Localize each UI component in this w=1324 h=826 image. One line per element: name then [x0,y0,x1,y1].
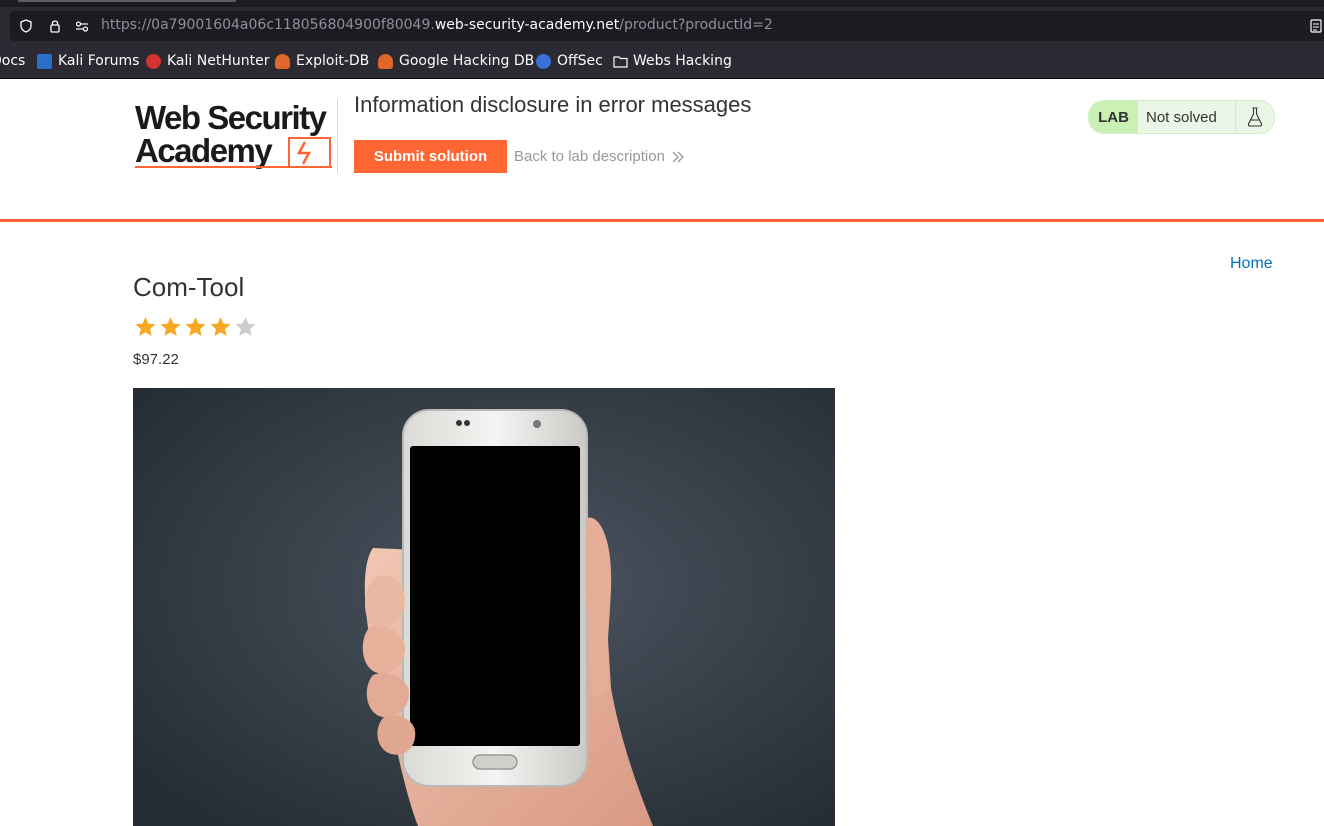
bookmark-kali-nethunter[interactable]: Kali NetHunter [146,53,269,69]
url-path: /product?productId=2 [619,17,773,33]
kali-nethunter-icon [146,53,161,69]
star-filled-icon [210,317,231,336]
star-filled-icon [160,317,181,336]
bookmark-label: OffSec [557,53,603,69]
bookmark-kali-forums[interactable]: Kali Forums [37,53,139,69]
shield-icon[interactable] [19,19,33,33]
offsec-icon [536,53,551,69]
lock-icon[interactable] [48,19,62,33]
active-tab-indicator[interactable] [18,0,236,2]
product-price: $97.22 [133,351,179,368]
bookmark-label: Google Hacking DB [399,53,535,69]
lab-status-widget: LAB Not solved [1088,100,1275,134]
url-prefix: https://0a79001604a06c118056804900f80049… [101,17,435,33]
bookmark-docs[interactable]: Docs [0,53,25,69]
logo-line2: Academy [135,132,273,169]
reader-view-icon[interactable] [1310,19,1322,33]
bookmark-exploit-db[interactable]: Exploit-DB [275,53,369,69]
bookmark-label: Webs Hacking [633,53,732,69]
submit-solution-button[interactable]: Submit solution [354,140,507,173]
bookmark-label: Kali NetHunter [167,53,270,69]
logo-line1: Web Security [135,100,328,136]
star-filled-icon [185,317,206,336]
web-security-academy-logo[interactable]: Web Security Academy [133,100,335,172]
lab-tag: LAB [1089,101,1138,133]
folder-icon [613,55,628,68]
star-filled-icon [135,317,156,336]
bookmarks-toolbar: Docs Kali Forums Kali NetHunter Exploit-… [0,45,1324,79]
header-divider [0,219,1324,222]
star-empty-icon [235,317,256,336]
lab-title: Information disclosure in error messages [354,92,752,117]
product-rating [133,315,258,339]
bookmark-folder-webs-hacking[interactable]: Webs Hacking [613,53,732,69]
logo-divider [337,99,338,173]
bookmark-label: Kali Forums [58,53,140,69]
kali-forums-icon [37,53,52,69]
permissions-icon[interactable] [75,19,89,33]
bookmark-offsec[interactable]: OffSec [536,53,603,69]
lab-status-text: Not solved [1138,101,1236,133]
url-text[interactable]: https://0a79001604a06c118056804900f80049… [101,17,773,33]
url-host: web-security-academy.net [434,17,620,33]
product-title: Com-Tool [133,272,245,302]
bookmark-label: Exploit-DB [296,53,370,69]
product-image [133,388,835,826]
bookmark-google-hacking-db[interactable]: Google Hacking DB [378,53,534,69]
double-chevron-right-icon [672,151,684,162]
ghdb-icon [378,53,393,69]
home-link[interactable]: Home [1230,255,1273,273]
address-bar[interactable]: https://0a79001604a06c118056804900f80049… [10,11,1324,41]
bookmark-label: Docs [0,53,26,69]
exploit-db-icon [275,53,290,69]
back-to-lab-description-link[interactable]: Back to lab description [514,148,685,165]
flask-icon [1236,101,1274,133]
browser-toolbar: https://0a79001604a06c118056804900f80049… [0,7,1324,45]
back-link-label: Back to lab description [514,148,665,165]
browser-tabstrip [0,0,1324,7]
